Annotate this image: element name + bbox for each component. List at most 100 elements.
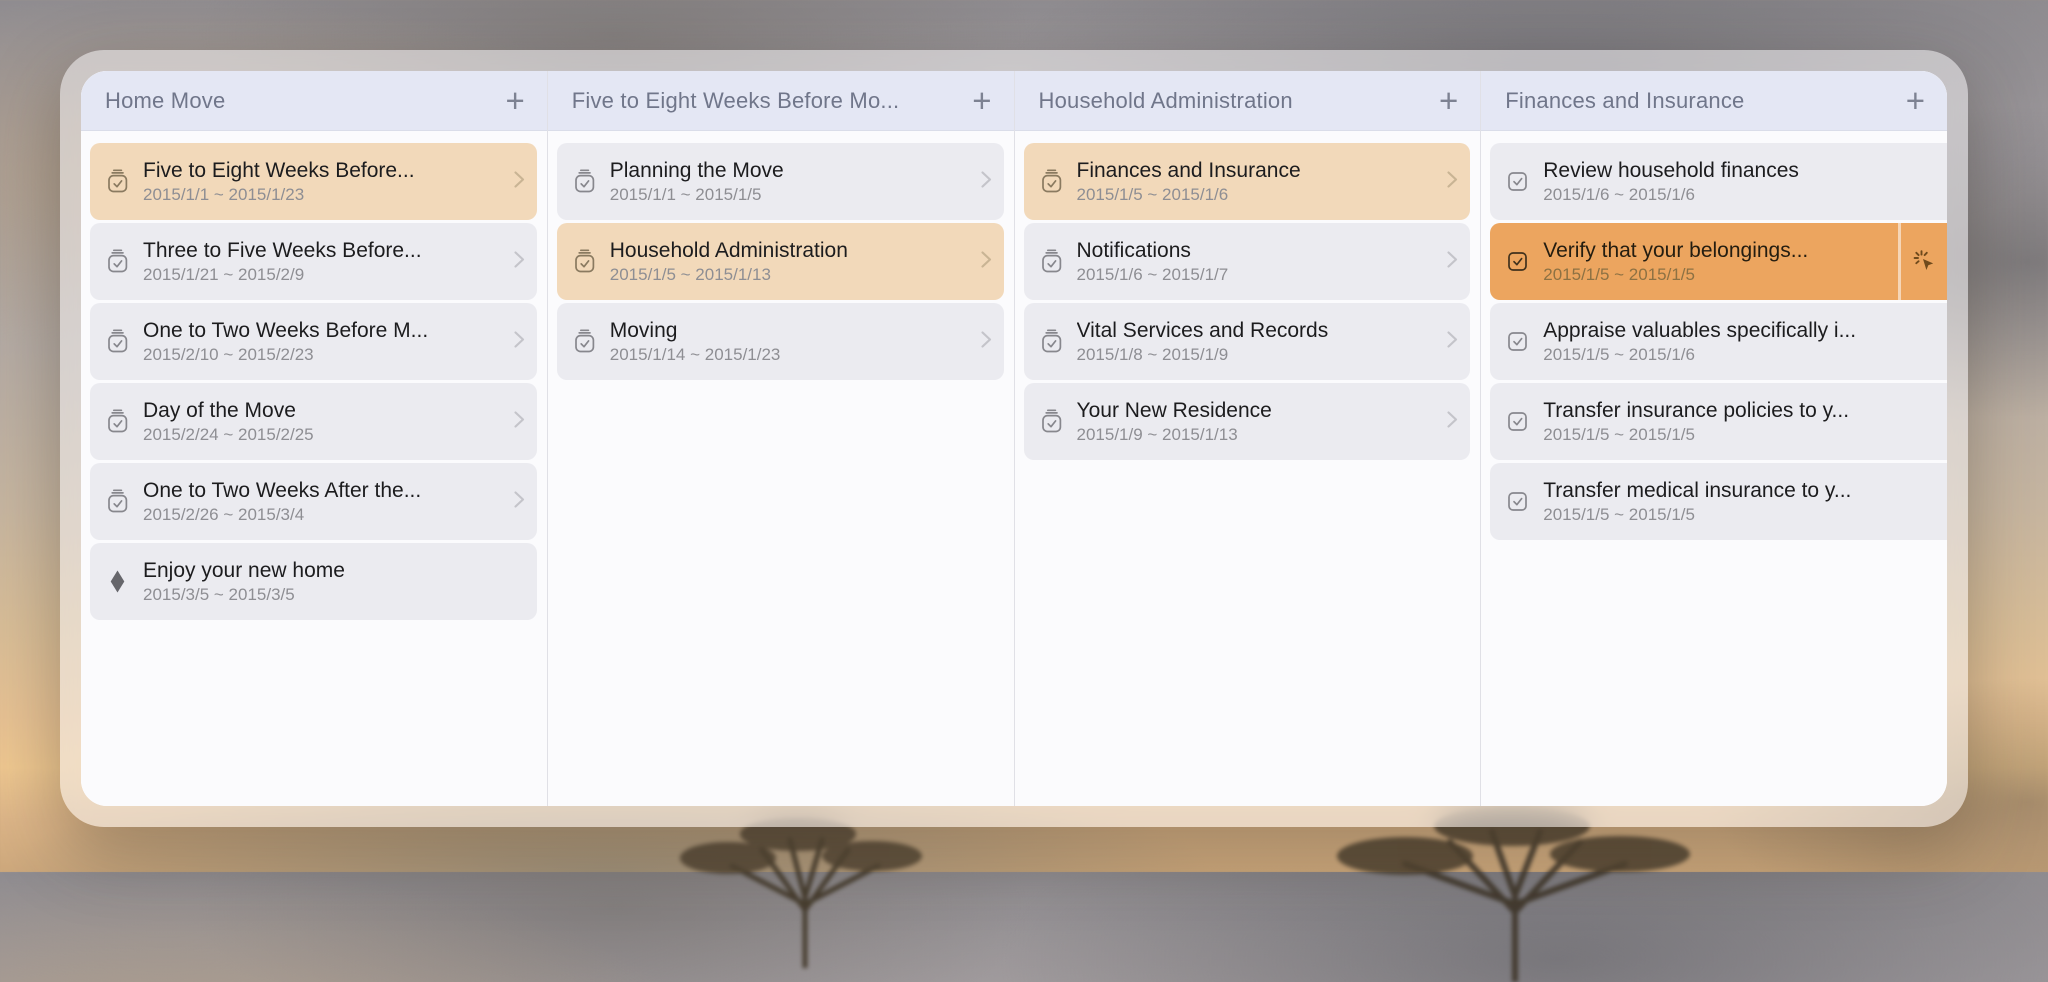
group-task-icon (104, 488, 131, 515)
card-dates: 2015/1/5 ~ 2015/1/5 (1543, 504, 1851, 526)
add-card-button[interactable]: + (1904, 86, 1927, 116)
group-task-icon (104, 328, 131, 355)
card-title: Planning the Move (610, 157, 784, 184)
task-checkbox-icon (1504, 488, 1531, 515)
card[interactable]: Day of the Move 2015/2/24 ~ 2015/2/25 (90, 383, 537, 460)
card[interactable]: One to Two Weeks Before M... 2015/2/10 ~… (90, 303, 537, 380)
card-dates: 2015/2/24 ~ 2015/2/25 (143, 424, 314, 446)
card-text: Review household finances 2015/1/6 ~ 201… (1543, 157, 1799, 206)
column-body: Planning the Move 2015/1/1 ~ 2015/1/5 (548, 131, 1014, 383)
column-title: Household Administration (1039, 88, 1293, 114)
column-body: Review household finances 2015/1/6 ~ 201… (1481, 131, 1947, 543)
card-title: Notifications (1077, 237, 1229, 264)
card-dates: 2015/1/5 ~ 2015/1/13 (610, 264, 848, 286)
card-title: Three to Five Weeks Before... (143, 237, 422, 264)
card-text: Day of the Move 2015/2/24 ~ 2015/2/25 (143, 397, 314, 446)
card-icon-box (1038, 328, 1065, 355)
card[interactable]: Five to Eight Weeks Before... 2015/1/1 ~… (90, 143, 537, 220)
chevron-right-icon (509, 166, 529, 197)
card[interactable]: Notifications 2015/1/6 ~ 2015/1/7 (1024, 223, 1471, 300)
add-card-button[interactable]: + (1437, 86, 1460, 116)
card-title: One to Two Weeks After the... (143, 477, 421, 504)
card[interactable]: Transfer medical insurance to y... 2015/… (1490, 463, 1947, 540)
group-task-icon (1038, 168, 1065, 195)
card-title: Day of the Move (143, 397, 314, 424)
card-text: Your New Residence 2015/1/9 ~ 2015/1/13 (1077, 397, 1272, 446)
chevron-right-icon (509, 246, 529, 277)
column-header: Five to Eight Weeks Before Mo... + (548, 71, 1014, 131)
board-column-3: Household Administration + (1014, 71, 1481, 806)
milestone-icon (104, 568, 131, 595)
chevron-right-icon (976, 326, 996, 357)
card-icon-box (104, 488, 131, 515)
card[interactable]: Household Administration 2015/1/5 ~ 2015… (557, 223, 1004, 300)
group-task-icon (1038, 248, 1065, 275)
card-icon-box (104, 568, 131, 595)
card[interactable]: Moving 2015/1/14 ~ 2015/1/23 (557, 303, 1004, 380)
add-card-button[interactable]: + (503, 86, 526, 116)
card-text: Planning the Move 2015/1/1 ~ 2015/1/5 (610, 157, 784, 206)
card-dates: 2015/1/6 ~ 2015/1/7 (1077, 264, 1229, 286)
card-text: Verify that your belongings... 2015/1/5 … (1543, 237, 1808, 286)
card-title: Household Administration (610, 237, 848, 264)
card[interactable]: One to Two Weeks After the... 2015/2/26 … (90, 463, 537, 540)
card-icon-box (104, 408, 131, 435)
chevron-right-icon (1442, 246, 1462, 277)
click-zone (1898, 223, 1947, 300)
card[interactable]: Appraise valuables specifically i... 201… (1490, 303, 1947, 380)
group-task-icon (571, 328, 598, 355)
card-icon-box (571, 328, 598, 355)
card-dates: 2015/1/5 ~ 2015/1/5 (1543, 264, 1808, 286)
group-task-icon (104, 248, 131, 275)
card-title: Review household finances (1543, 157, 1799, 184)
card-icon-box (1504, 408, 1531, 435)
kanban-window: Home Move + (60, 50, 1968, 827)
card-text: Notifications 2015/1/6 ~ 2015/1/7 (1077, 237, 1229, 286)
card-icon-box (1504, 248, 1531, 275)
card-dates: 2015/1/5 ~ 2015/1/6 (1543, 344, 1856, 366)
card-text: Moving 2015/1/14 ~ 2015/1/23 (610, 317, 781, 366)
card-title: Moving (610, 317, 781, 344)
group-task-icon (104, 408, 131, 435)
card[interactable]: Enjoy your new home 2015/3/5 ~ 2015/3/5 (90, 543, 537, 620)
card-icon-box (1038, 408, 1065, 435)
chevron-right-icon (976, 166, 996, 197)
board-column-4: Finances and Insurance + (1480, 71, 1947, 806)
card-text: Five to Eight Weeks Before... 2015/1/1 ~… (143, 157, 415, 206)
card-text: Finances and Insurance 2015/1/5 ~ 2015/1… (1077, 157, 1301, 206)
card[interactable]: Three to Five Weeks Before... 2015/1/21 … (90, 223, 537, 300)
column-body: Finances and Insurance 2015/1/5 ~ 2015/1… (1015, 131, 1481, 463)
card-dates: 2015/1/8 ~ 2015/1/9 (1077, 344, 1329, 366)
card-dates: 2015/3/5 ~ 2015/3/5 (143, 584, 345, 606)
card[interactable]: Vital Services and Records 2015/1/8 ~ 20… (1024, 303, 1471, 380)
add-card-button[interactable]: + (970, 86, 993, 116)
card-dates: 2015/2/10 ~ 2015/2/23 (143, 344, 428, 366)
card[interactable]: Transfer insurance policies to y... 2015… (1490, 383, 1947, 460)
click-indicator-icon (1911, 248, 1938, 275)
card-icon-box (104, 328, 131, 355)
card-title: One to Two Weeks Before M... (143, 317, 428, 344)
chevron-right-icon (509, 486, 529, 517)
card[interactable]: Verify that your belongings... 2015/1/5 … (1490, 223, 1947, 300)
card[interactable]: Planning the Move 2015/1/1 ~ 2015/1/5 (557, 143, 1004, 220)
card-dates: 2015/1/14 ~ 2015/1/23 (610, 344, 781, 366)
card-text: Transfer insurance policies to y... 2015… (1543, 397, 1849, 446)
card-dates: 2015/1/1 ~ 2015/1/23 (143, 184, 415, 206)
group-task-icon (1038, 328, 1065, 355)
card-icon-box (571, 168, 598, 195)
card-title: Five to Eight Weeks Before... (143, 157, 415, 184)
column-header: Household Administration + (1015, 71, 1481, 131)
card-icon-box (1504, 168, 1531, 195)
card-text: Household Administration 2015/1/5 ~ 2015… (610, 237, 848, 286)
card-text: Transfer medical insurance to y... 2015/… (1543, 477, 1851, 526)
card[interactable]: Finances and Insurance 2015/1/5 ~ 2015/1… (1024, 143, 1471, 220)
card-icon-box (1504, 488, 1531, 515)
column-title: Five to Eight Weeks Before Mo... (572, 88, 900, 114)
chevron-right-icon (509, 406, 529, 437)
card-title: Finances and Insurance (1077, 157, 1301, 184)
card-dates: 2015/1/9 ~ 2015/1/13 (1077, 424, 1272, 446)
card-dates: 2015/1/5 ~ 2015/1/5 (1543, 424, 1849, 446)
card[interactable]: Review household finances 2015/1/6 ~ 201… (1490, 143, 1947, 220)
card[interactable]: Your New Residence 2015/1/9 ~ 2015/1/13 (1024, 383, 1471, 460)
group-task-icon (571, 168, 598, 195)
